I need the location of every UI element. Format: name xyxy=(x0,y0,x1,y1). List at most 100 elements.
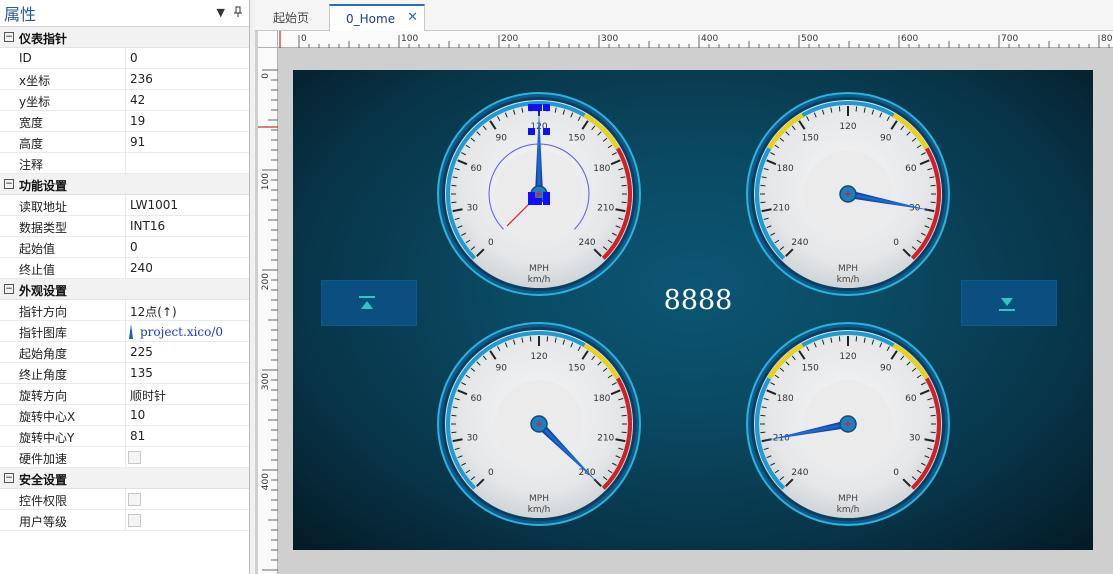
gauge-unit-kmh: km/h xyxy=(528,505,551,515)
gauge-scale-label: 60 xyxy=(470,164,482,174)
gauge-top-left[interactable]: 0306090120150180210240MPHkm/h xyxy=(437,92,641,296)
property-row[interactable]: y坐标 42 xyxy=(0,90,249,111)
editor-area: 起始页 0_Home ✕ 0100200300400500600700800 0… xyxy=(255,0,1113,574)
property-key: 硬件加速 xyxy=(19,452,68,466)
property-key: ID xyxy=(19,51,32,65)
group-label: 外观设置 xyxy=(19,284,68,298)
gauge-scale-label: 240 xyxy=(791,468,808,478)
property-value[interactable]: 12点(↑) xyxy=(130,303,177,320)
numeric-display[interactable]: 8888 xyxy=(653,285,743,316)
gauge-scale-label: 120 xyxy=(530,352,547,362)
property-key: y坐标 xyxy=(19,95,51,109)
property-row[interactable]: 硬件加速 xyxy=(0,447,249,468)
property-key: 指针图库 xyxy=(19,326,68,340)
property-grid: − 仪表指针 ID 0 x坐标 236 y坐标 42 宽度 19 高度 91 注释 − 功能设置 读取地址 LW… xyxy=(0,27,249,531)
gauge-unit-kmh: km/h xyxy=(837,275,860,285)
gauge-scale-label: 120 xyxy=(839,122,856,132)
property-row[interactable]: 终止角度 135 xyxy=(0,363,249,384)
property-value[interactable]: 81 xyxy=(130,429,145,443)
property-group-header[interactable]: − 外观设置 xyxy=(0,279,249,300)
gauge-scale-label: 60 xyxy=(905,164,917,174)
property-row[interactable]: 旋转中心Y 81 xyxy=(0,426,249,447)
property-value[interactable]: 0 xyxy=(130,51,138,65)
property-value[interactable]: 42 xyxy=(130,93,145,107)
property-row[interactable]: 读取地址 LW1001 xyxy=(0,195,249,216)
property-group-header[interactable]: − 仪表指针 xyxy=(0,27,249,48)
ruler-label: 400 xyxy=(701,34,718,44)
pointer-library-value[interactable]: project.xico/0 xyxy=(128,324,223,339)
property-row[interactable]: 指针图库 project.xico/0 xyxy=(0,321,249,342)
property-row[interactable]: 指针方向 12点(↑) xyxy=(0,300,249,321)
panel-title: 属性 xyxy=(4,5,37,24)
property-key: x坐标 xyxy=(19,74,51,88)
property-value[interactable]: 0 xyxy=(130,240,138,254)
property-row[interactable]: 用户等级 xyxy=(0,510,249,531)
property-checkbox[interactable] xyxy=(128,514,141,527)
dropdown-arrow-icon[interactable]: ▼ xyxy=(217,6,225,21)
property-row[interactable]: 控件权限 xyxy=(0,489,249,510)
property-row[interactable]: 宽度 19 xyxy=(0,111,249,132)
property-value[interactable]: 240 xyxy=(130,261,153,275)
scroll-down-button[interactable] xyxy=(961,280,1057,326)
ruler-horizontal: 0 100 200 300 400 500 600 700 800 xyxy=(278,31,1113,48)
property-row[interactable]: 高度 91 xyxy=(0,132,249,153)
gauge-top-right[interactable]: 240 210 180 150 120 90 60 30 0 MPH km/h xyxy=(746,92,950,296)
property-value[interactable]: LW1001 xyxy=(130,198,178,212)
collapse-toggle-icon[interactable]: − xyxy=(4,473,14,483)
ruler-label: 0 xyxy=(301,34,307,44)
ruler-corner xyxy=(258,31,278,48)
property-row[interactable]: 数据类型 INT16 xyxy=(0,216,249,237)
gauge-scale-label: 210 xyxy=(597,433,614,443)
tab-label: 起始页 xyxy=(273,11,310,25)
gauge-scale-label: 180 xyxy=(777,164,794,174)
design-canvas[interactable]: 0306090120150180210240MPHkm/h 2402101801… xyxy=(293,70,1093,550)
property-group-header[interactable]: − 功能设置 xyxy=(0,174,249,195)
property-value[interactable]: 顺时针 xyxy=(130,387,166,404)
property-key: 旋转中心X xyxy=(19,410,76,424)
property-row[interactable]: 旋转方向 顺时针 xyxy=(0,384,249,405)
group-label: 安全设置 xyxy=(19,473,68,487)
property-value[interactable]: 236 xyxy=(130,72,153,86)
collapse-toggle-icon[interactable]: − xyxy=(4,32,14,42)
group-label: 功能设置 xyxy=(19,179,68,193)
property-row[interactable]: 旋转中心X 10 xyxy=(0,405,249,426)
property-checkbox[interactable] xyxy=(128,493,141,506)
gauge-scale-label: 90 xyxy=(495,133,507,143)
pin-icon[interactable] xyxy=(233,6,243,21)
gauge-bottom-right[interactable]: 240 210 180 150 120 90 60 30 0 MPH km/h xyxy=(746,322,950,526)
property-row[interactable]: 终止值 240 xyxy=(0,258,249,279)
ruler-label: 100 xyxy=(261,173,271,190)
app-window: 属性 ▼ − 仪表指针 ID 0 x坐标 236 y坐标 42 宽度 19 高度 91 注释 − 功能设置读… xyxy=(0,0,1113,574)
property-row[interactable]: 起始值 0 xyxy=(0,237,249,258)
property-checkbox[interactable] xyxy=(128,451,141,464)
collapse-toggle-icon[interactable]: − xyxy=(4,179,14,189)
property-row[interactable]: 起始角度 225 xyxy=(0,342,249,363)
collapse-toggle-icon[interactable]: − xyxy=(4,284,14,294)
tab-start-page[interactable]: 起始页 xyxy=(265,4,327,31)
tab-home[interactable]: 0_Home ✕ xyxy=(329,4,425,31)
ruler-label: 200 xyxy=(501,34,518,44)
property-key: 数据类型 xyxy=(19,221,68,235)
property-value[interactable]: 135 xyxy=(130,366,153,380)
panel-header: 属性 ▼ xyxy=(0,0,249,27)
gauge-bottom-left[interactable]: 0306090120150180210240MPHkm/h xyxy=(437,322,641,526)
property-row[interactable]: x坐标 236 xyxy=(0,69,249,90)
gauge-scale-label: 30 xyxy=(909,433,921,443)
gauge-scale-label: 0 xyxy=(488,468,494,478)
property-value[interactable]: 225 xyxy=(130,345,153,359)
property-key: 宽度 xyxy=(19,116,44,130)
property-value[interactable]: 19 xyxy=(130,114,145,128)
property-value[interactable]: INT16 xyxy=(130,219,165,233)
ruler-label: 500 xyxy=(801,34,818,44)
property-panel: 属性 ▼ − 仪表指针 ID 0 x坐标 236 y坐标 42 宽度 19 高度 91 注释 − 功能设置读… xyxy=(0,0,250,574)
property-row[interactable]: 注释 xyxy=(0,153,249,174)
property-group-header[interactable]: − 安全设置 xyxy=(0,468,249,489)
property-value[interactable]: 91 xyxy=(130,135,145,149)
scroll-up-button[interactable] xyxy=(321,280,417,326)
close-icon[interactable]: ✕ xyxy=(407,10,418,25)
gauge-scale-label: 150 xyxy=(568,363,585,373)
property-row[interactable]: ID 0 xyxy=(0,48,249,69)
gauge-unit-kmh: km/h xyxy=(837,505,860,515)
gauge-scale-label: 60 xyxy=(470,394,482,404)
property-value[interactable]: 10 xyxy=(130,408,145,422)
